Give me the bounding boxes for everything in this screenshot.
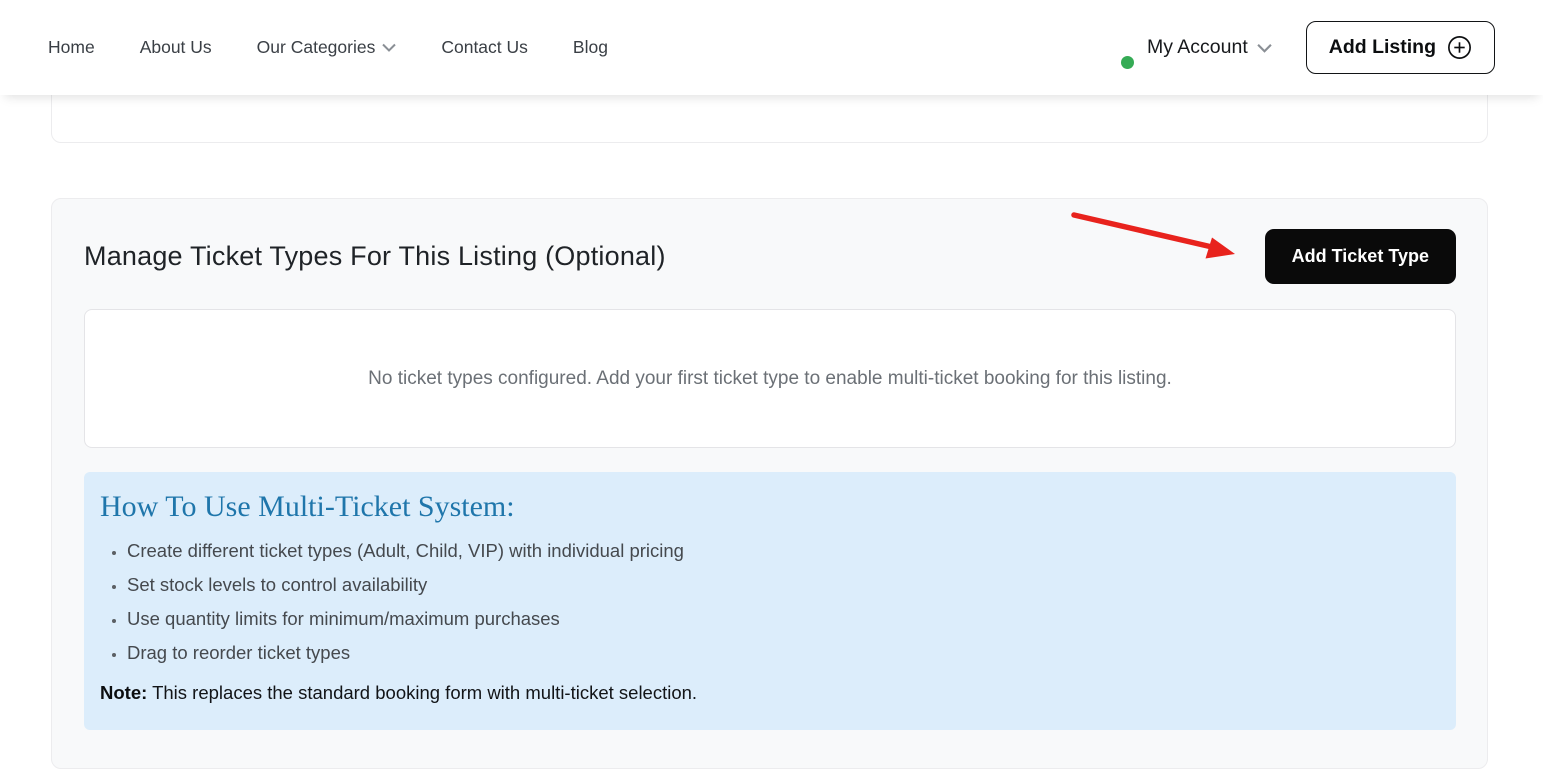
nav-item-about-us[interactable]: About Us xyxy=(140,37,212,58)
my-account-label: My Account xyxy=(1146,36,1248,58)
add-ticket-type-button[interactable]: Add Ticket Type xyxy=(1264,229,1456,284)
chevron-down-icon xyxy=(1257,43,1272,53)
nav-item-home[interactable]: Home xyxy=(48,37,95,58)
note-line: Note: This replaces the standard booking… xyxy=(100,682,1440,704)
note-text: This replaces the standard booking form … xyxy=(152,682,698,703)
main-nav: Home About Us Our Categories Contact Us … xyxy=(48,37,653,58)
header-right: My Account Add Listing xyxy=(1120,21,1495,74)
add-listing-label: Add Listing xyxy=(1328,36,1436,58)
empty-state-message: No ticket types configured. Add your fir… xyxy=(368,367,1172,389)
tip-item: Use quantity limits for minimum/maximum … xyxy=(127,608,1440,630)
plus-circle-icon xyxy=(1448,36,1471,59)
nav-item-our-categories[interactable]: Our Categories xyxy=(257,37,397,58)
tip-item: Drag to reorder ticket types xyxy=(127,642,1440,664)
tip-item: Create different ticket types (Adult, Ch… xyxy=(127,540,1440,562)
info-heading: How To Use Multi-Ticket System: xyxy=(100,490,515,523)
site-header: Home About Us Our Categories Contact Us … xyxy=(0,0,1543,95)
empty-state-box: No ticket types configured. Add your fir… xyxy=(84,309,1456,448)
nav-item-our-categories-label: Our Categories xyxy=(256,37,376,57)
add-listing-button[interactable]: Add Listing xyxy=(1305,21,1495,74)
tips-list: Create different ticket types (Adult, Ch… xyxy=(100,540,1440,664)
note-label: Note: xyxy=(100,682,148,703)
nav-item-contact-us[interactable]: Contact Us xyxy=(441,37,528,58)
section-title: Manage Ticket Types For This Listing (Op… xyxy=(84,241,666,271)
my-account-menu[interactable]: My Account xyxy=(1147,36,1272,59)
section-header-row: Manage Ticket Types For This Listing (Op… xyxy=(84,199,1456,284)
how-to-info-box: How To Use Multi-Ticket System: Create d… xyxy=(84,472,1456,730)
nav-item-blog[interactable]: Blog xyxy=(573,37,608,58)
ticket-types-section: Manage Ticket Types For This Listing (Op… xyxy=(51,198,1488,769)
tip-item: Set stock levels to control availability xyxy=(127,574,1440,596)
chevron-down-icon xyxy=(382,43,397,52)
page-content: Manage Ticket Types For This Listing (Op… xyxy=(0,83,1543,769)
online-status-dot xyxy=(1120,56,1134,69)
